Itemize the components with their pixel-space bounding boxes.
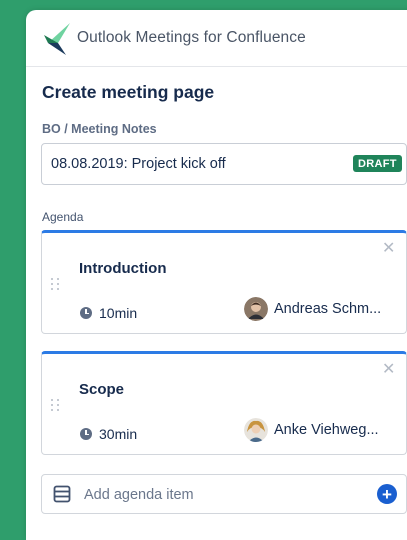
add-agenda-item-label[interactable]: Add agenda item <box>84 487 194 503</box>
agenda-item-title[interactable]: Scope <box>79 381 124 398</box>
agenda-item-title[interactable]: Introduction <box>79 260 166 277</box>
meeting-title-field[interactable]: 08.08.2019: Project kick off DRAFT <box>41 143 407 185</box>
status-badge: DRAFT <box>353 155 402 172</box>
app-title: Outlook Meetings for Confluence <box>77 29 306 46</box>
add-agenda-item-button[interactable]: + <box>377 484 397 504</box>
app-header: Outlook Meetings for Confluence <box>26 10 407 67</box>
avatar <box>244 297 268 321</box>
meeting-panel: Outlook Meetings for Confluence Create m… <box>26 10 407 540</box>
presenter-name: Anke Viehweg... <box>274 422 379 438</box>
agenda-item-duration[interactable]: 30min <box>80 426 137 442</box>
agenda-label: Agenda <box>42 210 84 224</box>
agenda-item-duration[interactable]: 10min <box>80 305 137 321</box>
list-icon <box>53 485 71 503</box>
page-title: Create meeting page <box>42 82 215 102</box>
agenda-item-presenter[interactable]: Andreas Schm... <box>244 297 381 321</box>
clock-icon <box>80 307 92 319</box>
avatar <box>244 418 268 442</box>
agenda-item-presenter[interactable]: Anke Viehweg... <box>244 418 379 442</box>
duration-text: 10min <box>99 305 138 321</box>
drag-handle-icon[interactable] <box>42 233 70 334</box>
meeting-title-value: 08.08.2019: Project kick off <box>51 156 226 172</box>
add-agenda-item-row[interactable]: Add agenda item + <box>41 474 407 514</box>
presenter-name: Andreas Schm... <box>274 301 382 317</box>
agenda-item[interactable]: Scope ✕ 30min Anke Viehweg... <box>41 351 407 455</box>
app-logo-icon <box>44 23 70 55</box>
clock-icon <box>80 428 92 440</box>
duration-text: 30min <box>99 426 138 442</box>
drag-handle-icon[interactable] <box>42 354 70 455</box>
close-icon[interactable]: ✕ <box>382 359 395 379</box>
breadcrumb[interactable]: BO / Meeting Notes <box>42 122 157 136</box>
close-icon[interactable]: ✕ <box>382 238 395 258</box>
agenda-item[interactable]: Introduction ✕ 10min Andreas Schm... <box>41 230 407 334</box>
